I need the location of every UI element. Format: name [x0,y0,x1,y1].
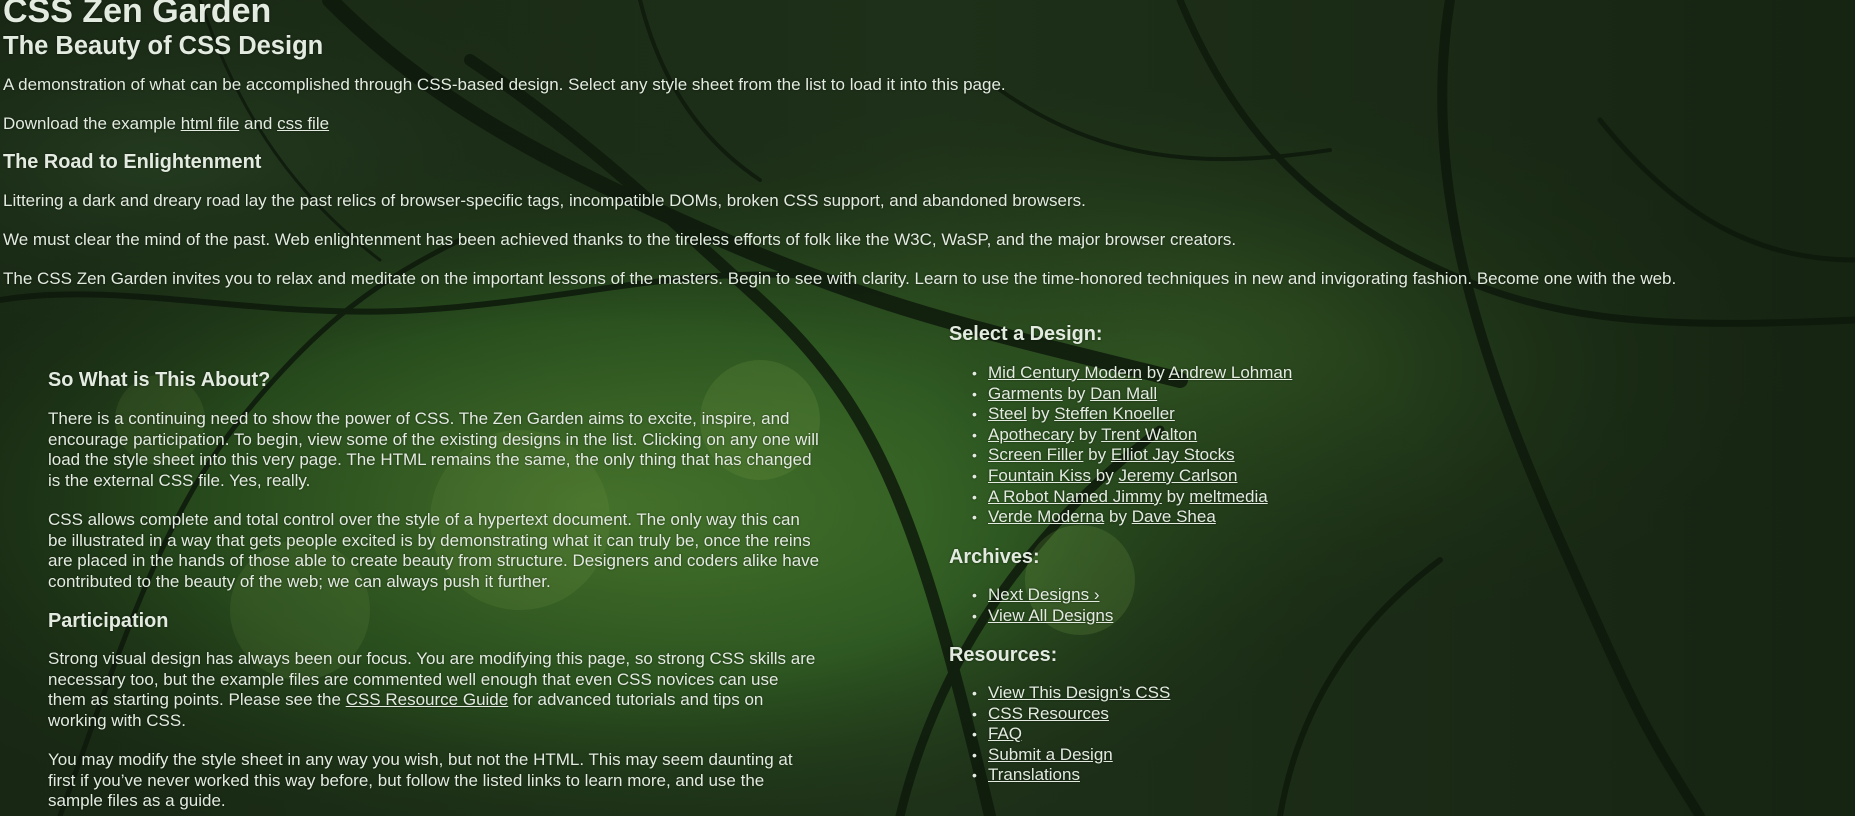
design-link[interactable]: Steel [988,404,1027,423]
resources-list: View This Design’s CSS CSS Resources FAQ… [950,683,1170,786]
resource-list-item: FAQ [950,724,1170,745]
about-heading: So What is This About? [48,369,271,391]
next-designs-link[interactable]: Next Designs › [988,585,1099,604]
designer-link[interactable]: Dave Shea [1132,507,1216,526]
view-design-css-link[interactable]: View This Design’s CSS [988,683,1170,702]
about-paragraph-2: CSS allows complete and total control ov… [48,510,820,592]
submit-design-link[interactable]: Submit a Design [988,745,1113,764]
designer-link[interactable]: Steffen Knoeller [1054,404,1175,423]
design-link[interactable]: Garments [988,384,1063,403]
by-label: by [1095,465,1114,485]
design-list-item: Mid Century Modern by Andrew Lohman [950,363,1292,384]
designer-link[interactable]: Dan Mall [1090,384,1157,403]
archives-heading: Archives: [949,546,1040,568]
download-and: and [244,114,273,133]
design-list-item: Screen Filler by Elliot Jay Stocks [950,445,1292,466]
site-tagline: The Beauty of CSS Design [3,32,324,60]
designer-link[interactable]: Andrew Lohman [1169,363,1293,382]
participation-paragraph-2: You may modify the style sheet in any wa… [48,750,793,811]
resource-list-item: CSS Resources [950,704,1170,725]
design-link[interactable]: Mid Century Modern [988,363,1142,382]
design-link[interactable]: Apothecary [988,425,1074,444]
design-list: Mid Century Modern by Andrew Lohman Garm… [950,363,1292,528]
css-file-link[interactable]: css file [277,114,329,133]
preamble-paragraph-1: Littering a dark and dreary road lay the… [3,191,1086,210]
preamble-paragraph-2: We must clear the mind of the past. Web … [3,230,1237,249]
select-design-heading: Select a Design: [949,323,1103,345]
resource-list-item: Translations [950,765,1170,786]
view-all-designs-link[interactable]: View All Designs [988,606,1113,625]
designer-link[interactable]: Jeremy Carlson [1118,466,1237,485]
design-list-item: Fountain Kiss by Jeremy Carlson [950,466,1292,487]
resources-heading: Resources: [949,644,1058,666]
design-list-item: Garments by Dan Mall [950,384,1292,405]
resource-list-item: View This Design’s CSS [950,683,1170,704]
by-label: by [1108,507,1127,527]
archives-list: Next Designs › View All Designs [950,585,1113,626]
design-list-item: Steel by Steffen Knoeller [950,404,1292,425]
design-link[interactable]: Screen Filler [988,445,1083,464]
by-label: by [1031,404,1050,424]
design-list-item: Apothecary by Trent Walton [950,425,1292,446]
by-label: by [1166,486,1185,506]
design-list-item: A Robot Named Jimmy by meltmedia [950,487,1292,508]
about-paragraph-1: There is a continuing need to show the p… [48,409,819,491]
site-title: CSS Zen Garden [3,0,272,30]
by-label: by [1067,383,1086,403]
resource-list-item: Submit a Design [950,745,1170,766]
design-list-item: Verde Moderna by Dave Shea [950,507,1292,528]
translations-link[interactable]: Translations [988,765,1080,784]
faq-link[interactable]: FAQ [988,724,1022,743]
archive-list-item: View All Designs [950,606,1113,627]
css-resources-link[interactable]: CSS Resources [988,704,1109,723]
preamble-paragraph-3: The CSS Zen Garden invites you to relax … [3,269,1677,288]
participation-heading: Participation [48,610,169,632]
css-resource-guide-link[interactable]: CSS Resource Guide [346,690,509,709]
participation-paragraph-1: Strong visual design has always been our… [48,649,820,732]
by-label: by [1088,445,1107,465]
download-prefix: Download the example [3,114,176,133]
intro-download: Download the example html file and css f… [3,114,329,134]
designer-link[interactable]: Trent Walton [1101,425,1197,444]
design-link[interactable]: A Robot Named Jimmy [988,487,1162,506]
designer-link[interactable]: meltmedia [1189,487,1267,506]
by-label: by [1146,363,1165,382]
preamble-heading: The Road to Enlightenment [3,151,262,173]
archive-list-item: Next Designs › [950,585,1113,606]
intro-summary: A demonstration of what can be accomplis… [3,75,1006,94]
designer-link[interactable]: Elliot Jay Stocks [1111,445,1235,464]
design-link[interactable]: Fountain Kiss [988,466,1091,485]
html-file-link[interactable]: html file [181,114,240,133]
design-link[interactable]: Verde Moderna [988,507,1104,526]
by-label: by [1078,424,1097,444]
